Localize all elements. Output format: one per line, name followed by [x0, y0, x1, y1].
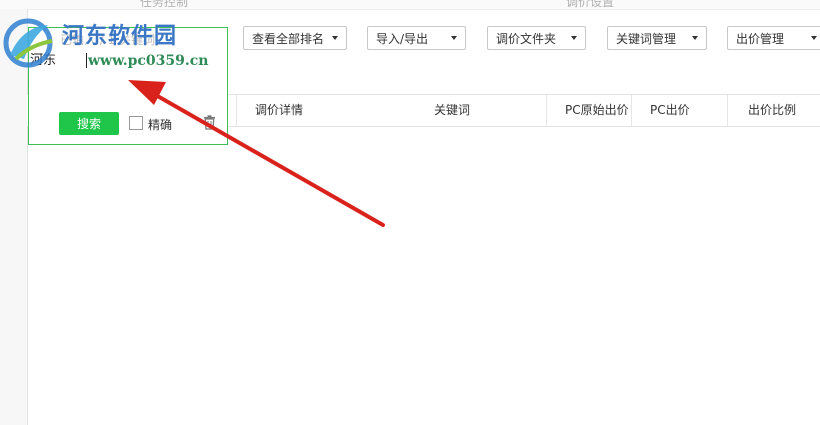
- keyword-manage-label: 关键词管理: [616, 31, 677, 46]
- view-all-rank-dropdown[interactable]: 查看全部排名: [243, 26, 347, 50]
- chevron-down-icon: [571, 36, 577, 40]
- column-header-pc-bid[interactable]: PC出价: [631, 95, 727, 126]
- watermark-title: 河东软件园: [62, 23, 178, 49]
- chevron-down-icon: [692, 36, 698, 40]
- watermark-logo-icon: [3, 18, 53, 68]
- column-header-keyword[interactable]: 关键词: [416, 95, 546, 126]
- bid-manage-label: 出价管理: [736, 31, 785, 46]
- import-export-dropdown[interactable]: 导入/导出: [367, 26, 466, 50]
- exact-match-checkbox[interactable]: [129, 116, 143, 130]
- search-button[interactable]: 搜索: [59, 112, 119, 135]
- trash-icon[interactable]: [203, 115, 216, 130]
- view-all-rank-label: 查看全部排名: [252, 31, 325, 46]
- bid-manage-dropdown[interactable]: 出价管理: [727, 26, 820, 50]
- keyword-manage-dropdown[interactable]: 关键词管理: [607, 26, 707, 50]
- chevron-down-icon: [332, 36, 339, 40]
- watermark-url: www.pc0359.cn: [88, 53, 209, 69]
- price-folder-dropdown[interactable]: 调价文件夹: [487, 26, 586, 50]
- watermark: 河东软件园 www.pc0359.cn: [2, 7, 232, 79]
- column-header-price-detail[interactable]: 调价详情: [236, 95, 416, 126]
- column-header-bid-ratio[interactable]: 出价比例: [727, 95, 820, 126]
- price-folder-label: 调价文件夹: [496, 31, 557, 46]
- tab-price-settings[interactable]: 调价设置: [566, 0, 614, 9]
- chevron-down-icon: [451, 36, 457, 40]
- chevron-down-icon: [811, 36, 817, 40]
- exact-match-label: 精确: [148, 118, 173, 132]
- column-header-pc-original-bid[interactable]: PC原始出价: [546, 95, 631, 126]
- import-export-label: 导入/导出: [376, 31, 429, 46]
